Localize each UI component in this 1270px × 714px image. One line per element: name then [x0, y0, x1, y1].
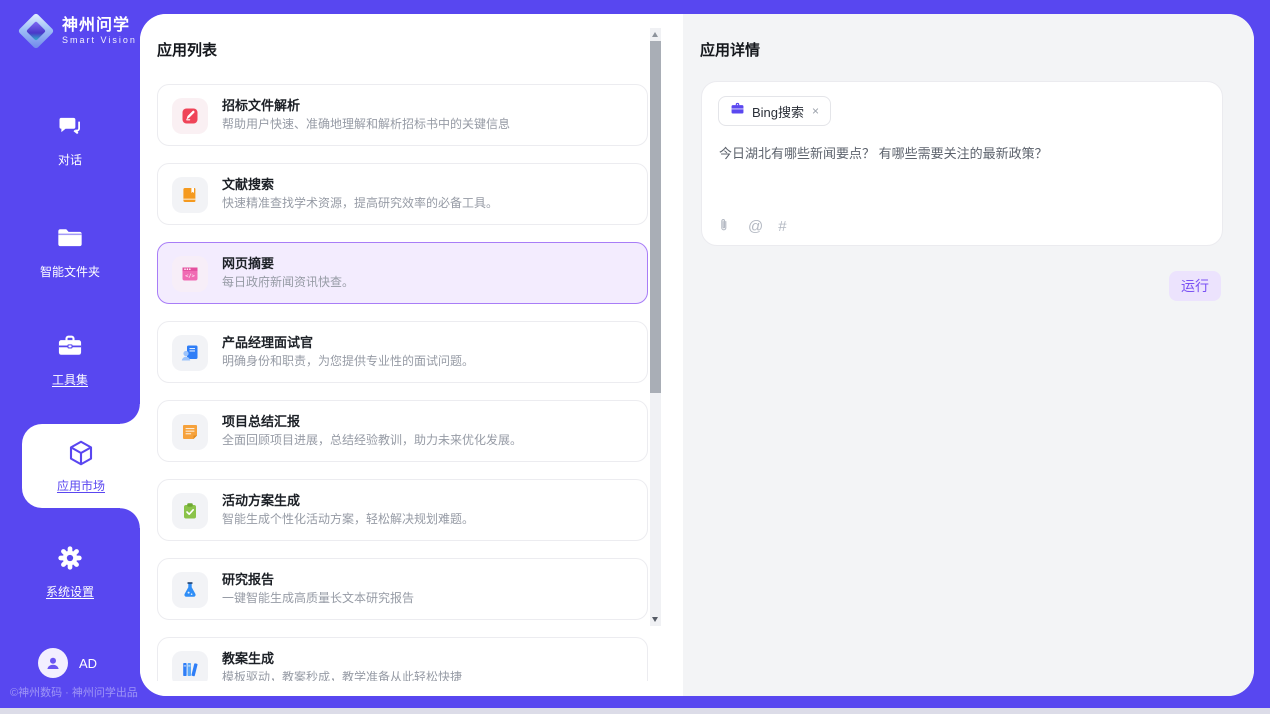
- sidebar-item-app-market[interactable]: 应用市场: [22, 424, 140, 508]
- user-account[interactable]: AD: [38, 648, 97, 678]
- app-card-pm-interviewer[interactable]: 产品经理面试官 明确身份和职责，为您提供专业性的面试问题。: [157, 321, 648, 383]
- sidebar-item-label: 系统设置: [46, 583, 94, 600]
- research-report-icon: [172, 572, 208, 608]
- app-card-web-summary[interactable]: </> 网页摘要 每日政府新闻资讯快查。: [157, 242, 648, 304]
- composer-toolbar: @ #: [718, 217, 787, 237]
- literature-search-icon: [172, 177, 208, 213]
- app-card-activity-plan[interactable]: 活动方案生成 智能生成个性化活动方案，轻松解决规划难题。: [157, 479, 648, 541]
- app-card-desc: 快速精准查找学术资源，提高研究效率的必备工具。: [222, 194, 632, 211]
- app-card-desc: 每日政府新闻资讯快查。: [222, 273, 632, 290]
- sidebar-item-toolset[interactable]: 工具集: [0, 332, 140, 388]
- folder-icon: [56, 224, 84, 257]
- activity-plan-icon: [172, 493, 208, 529]
- app-list-title: 应用列表: [157, 39, 217, 60]
- app-list-scroll-area: 招标文件解析 帮助用户快速、准确地理解和解析招标书中的关键信息 文献搜索 快速精…: [140, 69, 683, 681]
- cube-icon: [66, 438, 96, 473]
- app-card-title: 网页摘要: [222, 253, 274, 272]
- app-card-desc: 明确身份和职责，为您提供专业性的面试问题。: [222, 352, 632, 369]
- brand-tagline: Smart Vision: [62, 35, 137, 45]
- project-summary-icon: [172, 414, 208, 450]
- bid-document-icon: [172, 98, 208, 134]
- app-card-literature-search[interactable]: 文献搜索 快速精准查找学术资源，提高研究效率的必备工具。: [157, 163, 648, 225]
- chat-icon: [56, 112, 84, 145]
- app-card-desc: 模板驱动，教案秒成，教学准备从此轻松快捷: [222, 668, 632, 681]
- user-initials: AD: [79, 656, 97, 671]
- brand-name: 神州问学: [62, 17, 137, 35]
- prompt-input[interactable]: 今日湖北有哪些新闻要点？ 有哪些需要关注的最新政策？: [719, 144, 1207, 163]
- sidebar: 神州问学 Smart Vision 对话 智能文件夹 工具集 应用市场: [0, 0, 140, 708]
- tool-tag-label: Bing搜索: [752, 102, 804, 121]
- app-card-title: 产品经理面试官: [222, 332, 313, 351]
- app-card-title: 研究报告: [222, 569, 274, 588]
- app-card-desc: 智能生成个性化活动方案，轻松解决规划难题。: [222, 510, 632, 527]
- sidebar-item-label: 应用市场: [57, 477, 105, 494]
- app-card-desc: 全面回顾项目进展，总结经验教训，助力未来优化发展。: [222, 431, 632, 448]
- sidebar-item-chat[interactable]: 对话: [0, 112, 140, 168]
- gear-icon: [56, 544, 84, 577]
- app-card-research-report[interactable]: 研究报告 一键智能生成高质量长文本研究报告: [157, 558, 648, 620]
- app-card-desc: 帮助用户快速、准确地理解和解析招标书中的关键信息: [222, 115, 632, 132]
- topic-icon[interactable]: #: [778, 219, 786, 235]
- scroll-up-icon[interactable]: [652, 32, 658, 37]
- app-list-panel: 应用列表 招标文件解析 帮助用户快速、准确地理解和解析招标书中的关键信息 文献搜…: [140, 14, 683, 696]
- brand-gem-icon: [18, 13, 54, 49]
- toolbox-icon: [56, 332, 84, 365]
- sidebar-item-label: 工具集: [52, 371, 88, 388]
- mention-icon[interactable]: @: [748, 219, 763, 235]
- app-card-title: 教案生成: [222, 648, 274, 667]
- app-card-title: 活动方案生成: [222, 490, 300, 509]
- scrollbar-thumb[interactable]: [650, 41, 661, 393]
- run-button[interactable]: 运行: [1169, 271, 1221, 301]
- sidebar-item-settings[interactable]: 系统设置: [0, 544, 140, 600]
- app-card-title: 项目总结汇报: [222, 411, 300, 430]
- lesson-plan-icon: [172, 651, 208, 681]
- app-card-title: 招标文件解析: [222, 95, 300, 114]
- briefcase-icon: [730, 101, 745, 121]
- attachment-icon[interactable]: [718, 217, 733, 237]
- app-card-lesson-plan[interactable]: 教案生成 模板驱动，教案秒成，教学准备从此轻松快捷: [157, 637, 648, 681]
- app-card-desc: 一键智能生成高质量长文本研究报告: [222, 589, 632, 606]
- app-card-bid-parse[interactable]: 招标文件解析 帮助用户快速、准确地理解和解析招标书中的关键信息: [157, 84, 648, 146]
- prompt-composer: Bing搜索 × 今日湖北有哪些新闻要点？ 有哪些需要关注的最新政策？ @ #: [701, 81, 1223, 246]
- svg-text:</>: </>: [185, 274, 195, 280]
- app-card-title: 文献搜索: [222, 174, 274, 193]
- app-detail-title: 应用详情: [700, 39, 760, 60]
- sidebar-item-smart-folder[interactable]: 智能文件夹: [0, 224, 140, 280]
- brand-logo: 神州问学 Smart Vision: [18, 13, 137, 49]
- sidebar-item-label: 智能文件夹: [40, 263, 100, 280]
- web-summary-icon: </>: [172, 256, 208, 292]
- tool-tag-bing-search[interactable]: Bing搜索 ×: [718, 96, 831, 126]
- scroll-down-icon[interactable]: [652, 617, 658, 622]
- copyright-footer: ©神州数码 · 神州问学出品: [10, 684, 140, 700]
- tool-tag-close-icon[interactable]: ×: [811, 104, 820, 118]
- sidebar-item-label: 对话: [58, 151, 82, 168]
- pm-interviewer-icon: [172, 335, 208, 371]
- app-card-project-summary[interactable]: 项目总结汇报 全面回顾项目进展，总结经验教训，助力未来优化发展。: [157, 400, 648, 462]
- app-detail-panel: 应用详情 Bing搜索 × 今日湖北有哪些新闻要点？ 有哪些需要关注的最新政策？…: [683, 14, 1254, 696]
- avatar: [38, 648, 68, 678]
- content-shell: 应用列表 招标文件解析 帮助用户快速、准确地理解和解析招标书中的关键信息 文献搜…: [140, 14, 1254, 696]
- app-list-scrollbar[interactable]: [650, 28, 661, 626]
